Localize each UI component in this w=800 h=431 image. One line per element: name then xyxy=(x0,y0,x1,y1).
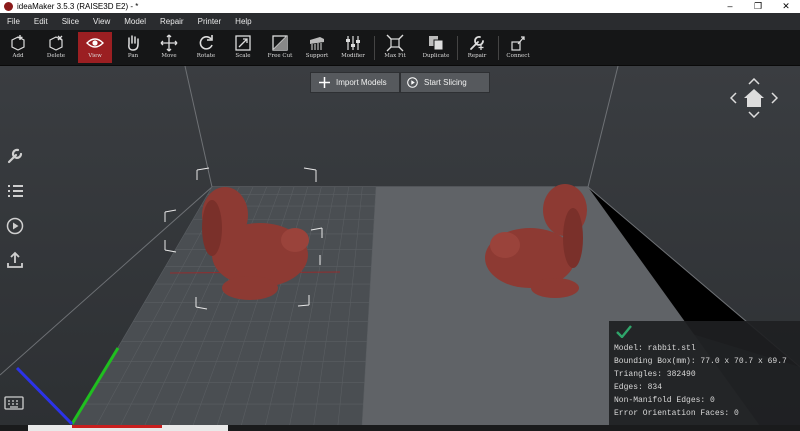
scale-icon xyxy=(235,35,251,51)
list-icon[interactable] xyxy=(6,182,24,200)
support-icon xyxy=(310,37,324,50)
toolbar-divider xyxy=(457,36,458,60)
menu-view[interactable]: View xyxy=(86,17,117,26)
title-bar: ideaMaker 3.5.3 (RAISE3D E2) - * – ❐ ✕ xyxy=(0,0,800,13)
rotate-button[interactable]: Rotate xyxy=(189,32,223,63)
repair-icon xyxy=(470,36,484,50)
import-models-button[interactable]: Import Models xyxy=(310,72,400,93)
menu-slice[interactable]: Slice xyxy=(55,17,86,26)
free-cut-button[interactable]: Free Cut xyxy=(263,32,297,63)
eye-icon xyxy=(86,38,104,48)
menu-repair[interactable]: Repair xyxy=(153,17,191,26)
rotate-icon xyxy=(199,35,213,50)
duplicate-label: Duplicate xyxy=(422,53,450,59)
info-triangles: Triangles: 382490 xyxy=(614,370,696,379)
pan-button[interactable]: Pan xyxy=(116,32,150,63)
menu-edit[interactable]: Edit xyxy=(27,17,55,26)
support-button[interactable]: Support xyxy=(300,32,334,63)
add-icon xyxy=(11,35,25,51)
maxfit-icon xyxy=(386,34,404,52)
pan-label: Pan xyxy=(127,53,139,59)
modifier-label: Modifier xyxy=(341,53,365,59)
maximize-button[interactable]: ❐ xyxy=(744,0,772,13)
menu-bar: File Edit Slice View Model Repair Printe… xyxy=(0,13,800,30)
modifier-icon xyxy=(346,36,360,50)
home-icon xyxy=(744,89,764,107)
add-button[interactable]: Add xyxy=(1,32,35,63)
menu-model[interactable]: Model xyxy=(117,17,153,26)
move-icon xyxy=(160,34,178,52)
import-models-label: Import Models xyxy=(336,78,387,87)
nav-right-icon xyxy=(771,92,778,104)
model-info-panel: Model: rabbit.stl Bounding Box(mm): 77.0… xyxy=(609,321,800,425)
menu-file[interactable]: File xyxy=(0,17,27,26)
nav-left-icon xyxy=(730,92,737,104)
nav-up-icon xyxy=(748,78,760,85)
delete-icon xyxy=(49,35,63,51)
move-label: Move xyxy=(161,53,177,59)
action-bar: Import Models Start Slicing xyxy=(310,72,490,93)
info-non-manifold-edges: Non-Manifold Edges: 0 xyxy=(614,396,715,405)
support-label: Support xyxy=(305,53,329,59)
toolbar-divider xyxy=(374,36,375,60)
menu-printer[interactable]: Printer xyxy=(191,17,229,26)
minimize-button[interactable]: – xyxy=(716,0,744,13)
scale-button[interactable]: Scale xyxy=(226,32,260,63)
move-button[interactable]: Move xyxy=(152,32,186,63)
info-bounding-box: Bounding Box(mm): 77.0 x 70.7 x 69.7 xyxy=(614,357,787,366)
duplicate-icon xyxy=(429,36,444,51)
scale-label: Scale xyxy=(235,53,251,59)
duplicate-button[interactable]: Duplicate xyxy=(419,32,453,63)
connect-button[interactable]: Connect xyxy=(501,32,535,63)
free-cut-label: Free Cut xyxy=(267,53,293,59)
max-fit-button[interactable]: Max Fit xyxy=(378,32,412,63)
status-bar xyxy=(0,425,800,431)
view-button[interactable]: View xyxy=(78,32,112,63)
add-label: Add xyxy=(12,53,24,59)
info-edges: Edges: 834 xyxy=(614,383,663,392)
cut-icon xyxy=(272,35,288,51)
info-error-orientation-faces: Error Orientation Faces: 0 xyxy=(614,409,739,418)
delete-button[interactable]: Delete xyxy=(39,32,73,63)
start-slicing-button[interactable]: Start Slicing xyxy=(400,72,490,93)
app-logo-icon xyxy=(4,2,13,11)
view-navigation-widget[interactable] xyxy=(730,78,778,118)
check-icon xyxy=(616,325,632,338)
info-model: Model: rabbit.stl xyxy=(614,344,696,353)
menu-help[interactable]: Help xyxy=(228,17,258,26)
main-toolbar: Add Delete View Pan Move Rotate Scale Fr… xyxy=(0,30,800,66)
connect-icon xyxy=(511,36,525,51)
plus-icon xyxy=(319,77,330,88)
toolbar-divider xyxy=(498,36,499,60)
window-controls: – ❐ ✕ xyxy=(716,0,800,13)
connect-label: Connect xyxy=(506,53,530,59)
wrench-icon[interactable] xyxy=(6,147,24,165)
start-slicing-label: Start Slicing xyxy=(424,78,467,87)
view-label: View xyxy=(88,53,102,59)
play-icon[interactable] xyxy=(6,217,24,235)
repair-label: Repair xyxy=(467,53,487,59)
z-axis xyxy=(15,366,74,426)
nav-down-icon xyxy=(748,111,760,118)
status-progress-fill xyxy=(72,425,162,428)
rotate-label: Rotate xyxy=(196,53,216,59)
close-button[interactable]: ✕ xyxy=(772,0,800,13)
max-fit-label: Max Fit xyxy=(384,53,406,59)
repair-button[interactable]: Repair xyxy=(460,32,494,63)
upload-icon[interactable] xyxy=(6,251,24,269)
play-circle-icon xyxy=(407,77,418,88)
window-title: ideaMaker 3.5.3 (RAISE3D E2) - * xyxy=(17,2,139,11)
delete-label: Delete xyxy=(46,53,66,59)
modifier-button[interactable]: Modifier xyxy=(336,32,370,63)
keyboard-icon[interactable] xyxy=(4,394,24,412)
hand-icon xyxy=(128,35,139,51)
